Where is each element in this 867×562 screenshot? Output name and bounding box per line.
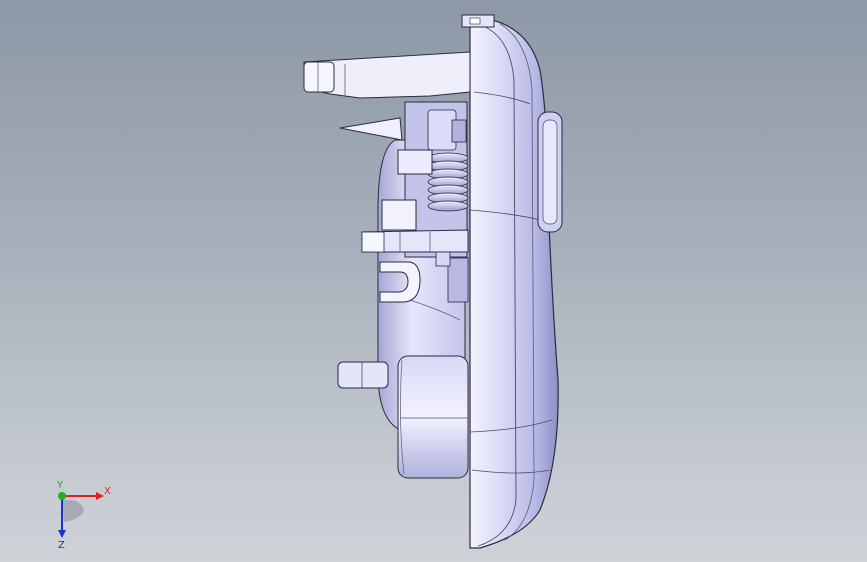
cad-part-model[interactable] <box>0 0 867 562</box>
triad-x-label: X <box>104 486 111 497</box>
middle-block <box>381 199 417 231</box>
spring <box>427 152 469 212</box>
lower-peg <box>337 361 389 389</box>
upper-block <box>397 149 433 175</box>
lower-mech <box>447 257 469 303</box>
triad-z-label: Z <box>58 540 65 550</box>
front-shell <box>467 19 559 549</box>
spike <box>339 117 403 141</box>
orientation-triad: X Y Z <box>56 480 111 550</box>
lower-cylinder <box>397 355 469 479</box>
triad-y-label: Y <box>56 480 64 491</box>
cad-graphics-viewport[interactable]: X Y Z <box>0 0 867 562</box>
